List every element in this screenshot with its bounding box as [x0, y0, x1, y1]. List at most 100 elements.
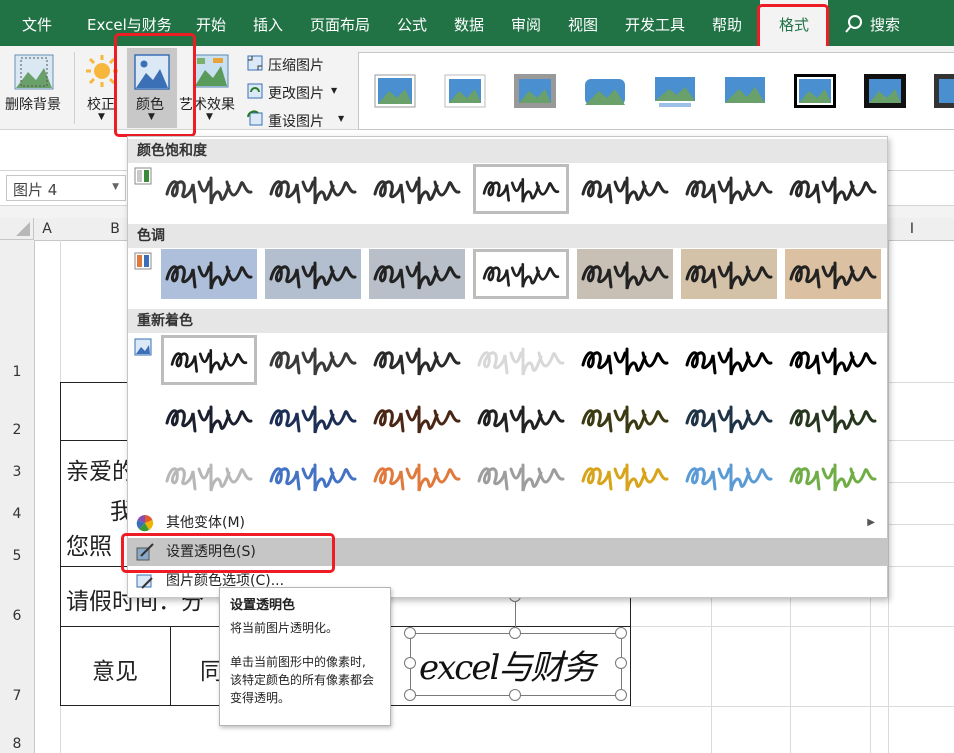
picture-style-7[interactable]: [793, 73, 837, 109]
recolor-option[interactable]: [369, 451, 465, 501]
tab-formulas[interactable]: 公式: [397, 0, 427, 46]
form-border: [170, 626, 171, 706]
recolor-option[interactable]: [681, 451, 777, 501]
recolor-option[interactable]: [161, 335, 257, 385]
row-header-4[interactable]: 4: [0, 482, 35, 525]
row-header-3[interactable]: 3: [0, 440, 35, 483]
row-header-5[interactable]: 5: [0, 524, 35, 567]
resize-handle[interactable]: [615, 627, 627, 639]
recolor-option[interactable]: [785, 393, 881, 443]
name-box[interactable]: 图片 4 ▼: [6, 175, 126, 201]
name-box-chevron-down-icon[interactable]: ▼: [112, 182, 119, 192]
picture-style-4[interactable]: [583, 73, 627, 109]
artistic-chevron-down-icon[interactable]: ▼: [206, 112, 213, 122]
recolor-option[interactable]: [161, 451, 257, 501]
resize-handle[interactable]: [404, 627, 416, 639]
recolor-option[interactable]: [681, 335, 777, 385]
recolor-option[interactable]: [681, 393, 777, 443]
change-picture-icon[interactable]: [246, 82, 264, 100]
row-header-8[interactable]: 8: [0, 706, 35, 753]
change-picture-label[interactable]: 更改图片: [268, 83, 324, 103]
picture-style-1[interactable]: [373, 73, 417, 109]
tab-page-layout[interactable]: 页面布局: [310, 0, 370, 46]
recolor-option[interactable]: [785, 451, 881, 501]
tab-view[interactable]: 视图: [568, 0, 598, 46]
row-header-2[interactable]: 2: [0, 382, 35, 441]
row-header-6[interactable]: 6: [0, 566, 35, 627]
saturation-option[interactable]: [161, 164, 257, 214]
change-chevron-down-icon[interactable]: ▼: [331, 86, 337, 95]
reset-chevron-down-icon[interactable]: ▼: [338, 114, 344, 123]
tone-option[interactable]: [369, 249, 465, 299]
resize-handle[interactable]: [615, 689, 627, 701]
reset-picture-label[interactable]: 重设图片: [268, 111, 324, 131]
recolor-option[interactable]: [161, 393, 257, 443]
resize-handle[interactable]: [404, 657, 416, 669]
select-all-corner[interactable]: [0, 218, 34, 240]
recolor-option[interactable]: [369, 335, 465, 385]
picture-style-2[interactable]: [443, 73, 487, 109]
recolor-option[interactable]: [369, 393, 465, 443]
artistic-effects-icon[interactable]: [193, 54, 229, 88]
picture-style-9[interactable]: [933, 73, 954, 109]
tone-option[interactable]: [161, 249, 257, 299]
compress-pictures-label[interactable]: 压缩图片: [268, 55, 324, 75]
search-icon[interactable]: [845, 15, 863, 33]
tab-file[interactable]: 文件: [22, 0, 52, 46]
remove-background-label[interactable]: 删除背景: [5, 94, 61, 114]
saturation-option[interactable]: [369, 164, 465, 214]
recolor-option[interactable]: [785, 335, 881, 385]
tab-insert[interactable]: 插入: [253, 0, 283, 46]
resize-handle[interactable]: [615, 657, 627, 669]
search-label[interactable]: 搜索: [870, 0, 900, 46]
compress-pictures-icon[interactable]: [246, 54, 264, 72]
tab-data[interactable]: 数据: [454, 0, 484, 46]
recolor-option[interactable]: [577, 335, 673, 385]
saturation-option[interactable]: [681, 164, 777, 214]
row-header-1[interactable]: 1: [0, 240, 35, 383]
ribbon-divider: [74, 52, 75, 124]
tab-home[interactable]: 开始: [196, 0, 226, 46]
recolor-option[interactable]: [473, 393, 569, 443]
form-border: [60, 440, 128, 441]
cell-greeting[interactable]: 亲爱的: [66, 452, 135, 486]
reset-picture-icon[interactable]: [246, 109, 264, 127]
recolor-option[interactable]: [577, 393, 673, 443]
saturation-option[interactable]: [785, 164, 881, 214]
recolor-option[interactable]: [473, 335, 569, 385]
signature-picture[interactable]: excel与财务: [410, 633, 622, 696]
recolor-option[interactable]: [577, 451, 673, 501]
tab-review[interactable]: 审阅: [511, 0, 541, 46]
tone-option[interactable]: [577, 249, 673, 299]
saturation-option[interactable]: [473, 164, 569, 214]
signature-text: excel与财务: [419, 648, 596, 688]
resize-handle[interactable]: [509, 627, 521, 639]
corrections-label[interactable]: 校正: [87, 94, 115, 114]
saturation-option[interactable]: [577, 164, 673, 214]
recolor-option[interactable]: [265, 451, 361, 501]
picture-style-3[interactable]: [513, 73, 557, 109]
tone-option[interactable]: [473, 249, 569, 299]
picture-style-5[interactable]: [653, 73, 697, 109]
column-header-a[interactable]: A: [34, 218, 61, 241]
tab-developer[interactable]: 开发工具: [625, 0, 685, 46]
submenu-arrow-icon: ▶: [867, 517, 875, 528]
gridline: [790, 598, 791, 753]
resize-handle[interactable]: [509, 689, 521, 701]
corrections-chevron-down-icon[interactable]: ▼: [98, 112, 105, 122]
recolor-option[interactable]: [265, 335, 361, 385]
tab-help[interactable]: 帮助: [712, 0, 742, 46]
recolor-option[interactable]: [265, 393, 361, 443]
picture-style-8[interactable]: [863, 73, 907, 109]
resize-handle[interactable]: [404, 689, 416, 701]
tone-option[interactable]: [681, 249, 777, 299]
saturation-option[interactable]: [265, 164, 361, 214]
cell-line-5[interactable]: 您照: [66, 527, 112, 561]
tone-option[interactable]: [265, 249, 361, 299]
recolor-option[interactable]: [473, 451, 569, 501]
tone-option[interactable]: [785, 249, 881, 299]
remove-background-icon[interactable]: [14, 54, 54, 90]
row-header-7[interactable]: 7: [0, 626, 35, 707]
picture-style-6[interactable]: [723, 73, 767, 109]
cell-opinion[interactable]: 意见: [92, 652, 138, 686]
